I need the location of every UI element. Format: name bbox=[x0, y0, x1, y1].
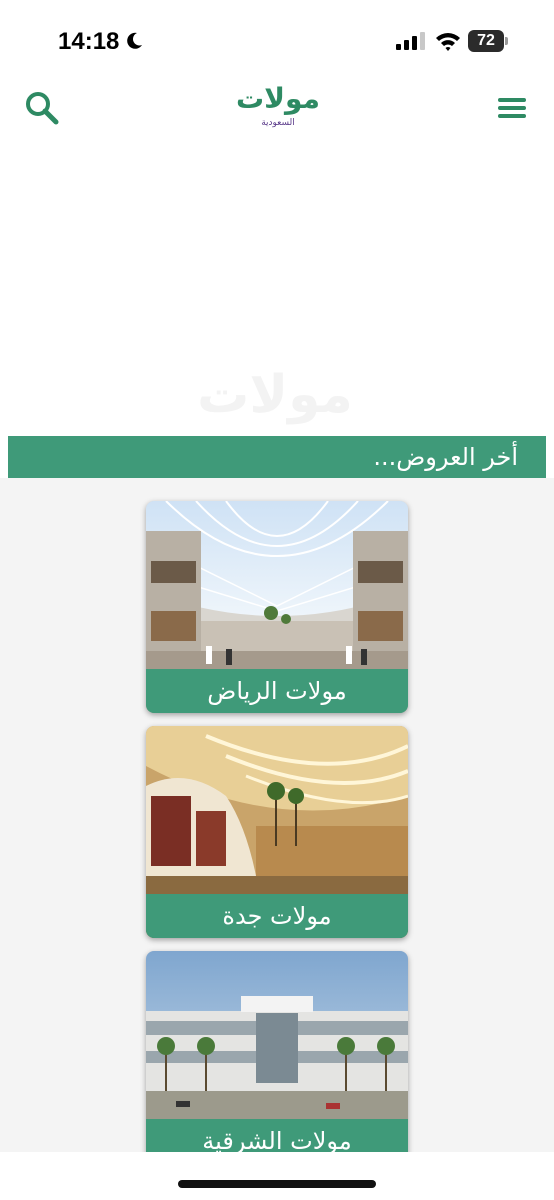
section-title: أخر العروض... bbox=[373, 443, 518, 471]
battery-tip bbox=[505, 37, 508, 45]
home-bar-area bbox=[0, 1152, 554, 1200]
section-header: أخر العروض... bbox=[8, 436, 546, 478]
card-label: مولات الشرقية bbox=[146, 1119, 408, 1152]
status-bar: 14:18 72 bbox=[0, 0, 554, 80]
app-header: مولات السعودية bbox=[0, 80, 554, 140]
offers-list: مولات الرياض مولات جدة مولات الشرقية bbox=[0, 478, 554, 1152]
card-label: مولات الرياض bbox=[146, 669, 408, 713]
home-indicator[interactable] bbox=[178, 1180, 376, 1188]
banner-watermark: مولات bbox=[197, 365, 353, 425]
card-label: مولات جدة bbox=[146, 894, 408, 938]
logo-text: مولات bbox=[236, 82, 320, 115]
wifi-icon bbox=[436, 33, 460, 51]
mall-card-eastern[interactable]: مولات الشرقية bbox=[146, 951, 408, 1152]
battery-icon: 72 bbox=[468, 30, 508, 52]
signal-icon bbox=[396, 32, 425, 50]
battery-level: 72 bbox=[468, 30, 504, 52]
search-icon[interactable] bbox=[22, 88, 62, 128]
moon-icon bbox=[127, 32, 142, 49]
status-time: 14:18 bbox=[58, 28, 120, 55]
menu-icon[interactable] bbox=[494, 90, 530, 126]
mall-card-jeddah[interactable]: مولات جدة bbox=[146, 726, 408, 938]
banner-area: مولات bbox=[0, 140, 554, 436]
logo-subtext: السعودية bbox=[261, 118, 295, 128]
mall-card-riyadh[interactable]: مولات الرياض bbox=[146, 501, 408, 713]
app-logo[interactable]: مولات السعودية bbox=[232, 80, 324, 134]
